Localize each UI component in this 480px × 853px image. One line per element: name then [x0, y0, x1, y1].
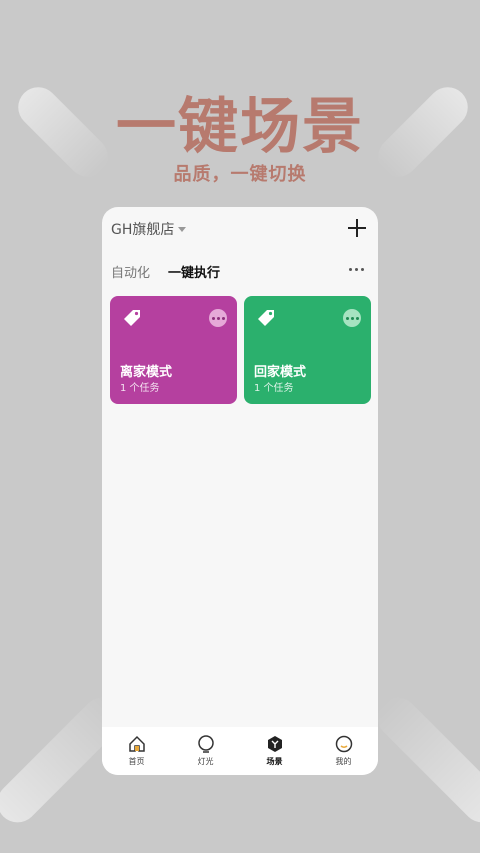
- profile-icon: [335, 735, 352, 753]
- store-selector[interactable]: GH旗舰店: [111, 219, 187, 239]
- light-icon: [197, 735, 214, 753]
- tabbar-item-profile[interactable]: 我的: [309, 727, 378, 775]
- add-scene-button[interactable]: [348, 219, 366, 237]
- promo-headline: 一键场景: [116, 92, 364, 162]
- tabbar-label: 我的: [335, 757, 352, 766]
- scene-icon: [267, 736, 282, 752]
- store-name: GH旗舰店: [111, 222, 175, 238]
- promo-subline: 品质，一键切换: [173, 164, 307, 185]
- caret-down-icon: [178, 226, 187, 232]
- tag-icon: [124, 310, 140, 326]
- decor-streak: [369, 689, 480, 831]
- tabbar-label: 首页: [128, 757, 145, 766]
- card-menu-icon[interactable]: [209, 309, 227, 327]
- app-screen: GH旗舰店 自动化 一键执行 离家模式 1 个任务 回家模式 1 个任务 首页 …: [102, 207, 378, 775]
- tabbar-label: 场景: [266, 757, 283, 766]
- scene-card-away[interactable]: 离家模式 1 个任务: [110, 296, 237, 404]
- scene-tabs: 自动化 一键执行: [111, 262, 220, 281]
- tabbar-label: 灯光: [197, 757, 214, 766]
- scene-task-count: 1 个任务: [120, 383, 160, 394]
- tab-one-click[interactable]: 一键执行: [168, 262, 220, 281]
- home-icon: [128, 735, 145, 752]
- scene-card-home[interactable]: 回家模式 1 个任务: [244, 296, 371, 404]
- tabbar-item-home[interactable]: 首页: [102, 727, 171, 775]
- tab-automation[interactable]: 自动化: [111, 262, 150, 281]
- scene-title: 离家模式: [120, 365, 173, 380]
- bottom-tab-bar: 首页 灯光 场景 我的: [102, 727, 378, 775]
- scene-task-count: 1 个任务: [254, 383, 294, 394]
- more-options-icon[interactable]: [349, 268, 364, 271]
- tabbar-item-light[interactable]: 灯光: [171, 727, 240, 775]
- card-menu-icon[interactable]: [343, 309, 361, 327]
- tag-icon: [258, 310, 274, 326]
- tabbar-item-scene[interactable]: 场景: [240, 727, 309, 775]
- scene-title: 回家模式: [254, 365, 307, 380]
